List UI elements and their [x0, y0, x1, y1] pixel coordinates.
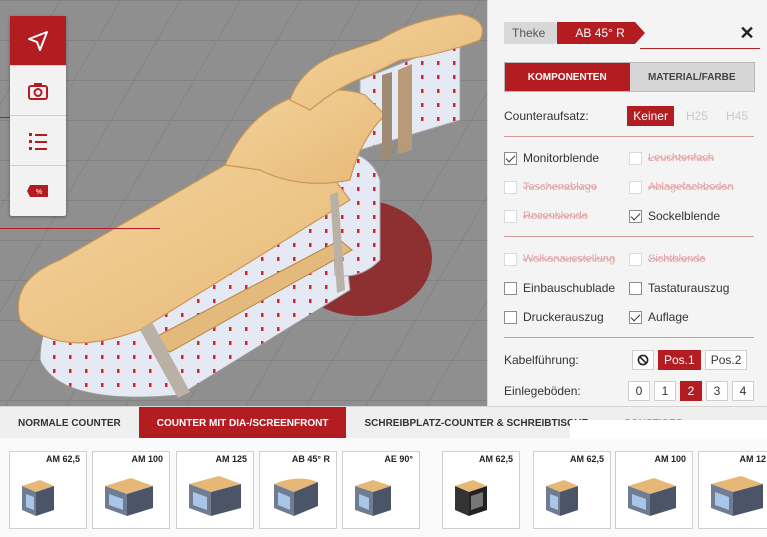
- counter-attachment-label: Counteraufsatz:: [504, 109, 589, 123]
- option-monitorblende[interactable]: Monitorblende: [504, 150, 599, 166]
- shelves-option-3[interactable]: 3: [706, 381, 728, 401]
- cable-routing-row: Kabelführung: Pos.1 Pos.2: [504, 350, 756, 370]
- tab-counter-screenfront[interactable]: COUNTER MIT DIA-/SCREENFRONT: [138, 407, 347, 439]
- no-entry-icon: [637, 354, 649, 366]
- checkbox: [504, 180, 517, 194]
- product-strip: AM 62,5 AM 100 AM 125 AB 45° R AE 90° AM…: [0, 438, 767, 537]
- screenshot-tool-button[interactable]: [10, 66, 66, 116]
- shelves-option-2[interactable]: 2: [680, 381, 702, 401]
- option-ablagefachboden: Ablagefachboden: [629, 179, 734, 195]
- tab-desk-counter[interactable]: SCHREIBPLATZ-COUNTER & SCHREIBTISCHE: [346, 407, 606, 439]
- counter-thumbnail-icon: [22, 480, 54, 516]
- parts-list-tool-button[interactable]: [10, 116, 66, 166]
- panel-tabs: KOMPONENTEN MATERIAL/FARBE: [504, 62, 755, 92]
- tab-material-color[interactable]: MATERIAL/FARBE: [629, 63, 754, 91]
- price-tag-icon: %: [27, 185, 48, 197]
- counter-thumbnail-icon: [274, 478, 318, 516]
- counter-attachment-row: Counteraufsatz: Keiner H25 H45: [504, 106, 754, 126]
- checkbox: [504, 209, 517, 223]
- cable-routing-label: Kabelführung:: [504, 353, 579, 367]
- breadcrumb-parent[interactable]: Theke: [504, 22, 566, 44]
- divider: [504, 236, 754, 237]
- guide-line: [0, 228, 160, 229]
- counter-thumbnail-icon: [189, 476, 241, 516]
- option-sichtblende: Sichtblende: [629, 251, 706, 267]
- option-wolkenausstellung: Wolkenausstellung: [504, 251, 615, 267]
- guide-line: [640, 48, 760, 49]
- 3d-viewport[interactable]: %: [0, 0, 487, 406]
- divider: [504, 136, 754, 137]
- shelves-row: Einlegeböden: 0 1 2 3 4: [504, 381, 756, 401]
- product-card[interactable]: AM 12: [698, 451, 767, 529]
- option-rosenblende: Rosenblende: [504, 208, 588, 224]
- close-button[interactable]: ✕: [737, 22, 757, 44]
- breadcrumb: Theke AB 45° R: [504, 22, 645, 44]
- configuration-panel: Theke AB 45° R ✕ KOMPONENTEN MATERIAL/FA…: [487, 0, 767, 406]
- checkbox: [629, 151, 642, 165]
- checkbox: [629, 252, 642, 266]
- product-card[interactable]: AM 62,5: [442, 451, 520, 529]
- option-taschenablage: Taschenablage: [504, 179, 597, 195]
- navigate-tool-button[interactable]: [10, 16, 66, 66]
- counter-3d-model[interactable]: [0, 0, 487, 406]
- close-icon: ✕: [739, 23, 755, 43]
- counter-thumbnail-icon: [455, 480, 487, 516]
- checkbox[interactable]: [504, 281, 517, 295]
- breadcrumb-current: AB 45° R: [557, 22, 645, 44]
- checkbox: [504, 252, 517, 266]
- option-leuchtenfach: Leuchtenfach: [629, 150, 714, 166]
- shelves-option-0[interactable]: 0: [628, 381, 650, 401]
- view-toolbar: %: [10, 16, 66, 216]
- option-druckerauszug[interactable]: Druckerauszug: [504, 309, 604, 325]
- product-card[interactable]: AM 62,5: [9, 451, 87, 529]
- shelves-label: Einlegeböden:: [504, 384, 581, 398]
- product-card[interactable]: AM 125: [176, 451, 254, 529]
- tab-normal-counter[interactable]: NORMALE COUNTER: [0, 407, 139, 439]
- list-icon: [29, 132, 47, 150]
- cable-pos2-button[interactable]: Pos.2: [704, 350, 748, 370]
- checkbox[interactable]: [504, 151, 517, 165]
- render-artifact: [570, 420, 767, 438]
- attachment-option-h45[interactable]: H45: [720, 106, 754, 126]
- product-card[interactable]: AB 45° R: [259, 451, 337, 529]
- option-einbauschublade[interactable]: Einbauschublade: [504, 280, 615, 296]
- product-card[interactable]: AM 100: [615, 451, 693, 529]
- product-card[interactable]: AM 100: [92, 451, 170, 529]
- option-sockelblende[interactable]: Sockelblende: [629, 208, 720, 224]
- product-card[interactable]: AM 62,5: [533, 451, 611, 529]
- checkbox[interactable]: [504, 310, 517, 324]
- counter-thumbnail-icon: [355, 480, 391, 516]
- attachment-option-h25[interactable]: H25: [680, 106, 714, 126]
- option-tastaturauszug[interactable]: Tastaturauszug: [629, 280, 729, 296]
- shelves-option-1[interactable]: 1: [654, 381, 676, 401]
- price-tool-button[interactable]: %: [10, 166, 66, 216]
- render-artifact: [522, 438, 530, 537]
- svg-text:%: %: [36, 189, 42, 196]
- counter-thumbnail-icon: [711, 476, 763, 516]
- shelves-option-4[interactable]: 4: [732, 381, 754, 401]
- counter-thumbnail-icon: [546, 480, 578, 516]
- camera-icon: [28, 82, 48, 100]
- checkbox[interactable]: [629, 310, 642, 324]
- checkbox[interactable]: [629, 281, 642, 295]
- cable-pos1-button[interactable]: Pos.1: [658, 350, 701, 370]
- attachment-option-none[interactable]: Keiner: [627, 106, 674, 126]
- counter-thumbnail-icon: [628, 478, 676, 516]
- navigate-arrow-icon: [28, 30, 48, 51]
- cable-none-button[interactable]: [632, 350, 654, 370]
- checkbox: [629, 180, 642, 194]
- option-auflage[interactable]: Auflage: [629, 309, 689, 325]
- tab-components[interactable]: KOMPONENTEN: [505, 63, 630, 91]
- checkbox[interactable]: [629, 209, 642, 223]
- product-card[interactable]: AE 90°: [342, 451, 420, 529]
- divider: [504, 337, 754, 338]
- counter-thumbnail-icon: [105, 478, 153, 516]
